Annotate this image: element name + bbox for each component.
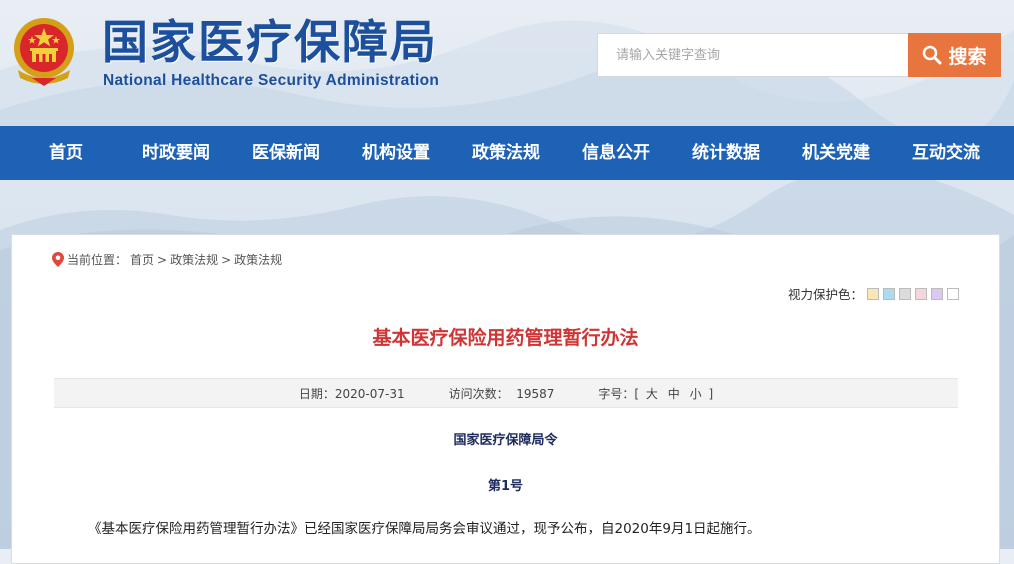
nav-item-healthcare-news[interactable]: 医保新闻	[252, 126, 320, 180]
article-title: 基本医疗保险用药管理暂行办法	[372, 327, 639, 349]
location-pin-icon	[52, 252, 64, 267]
breadcrumb: 当前位置： 首页 > 政策法规 > 政策法规	[52, 251, 282, 268]
font-size-controls: 字号：[ 大 中 小 ]	[598, 385, 713, 402]
eye-care-label: 视力保护色：	[787, 287, 863, 302]
article-order-number: 第1号	[487, 479, 524, 494]
national-emblem-icon	[14, 18, 74, 86]
eye-care-swatch-white[interactable]	[947, 287, 959, 300]
search-icon	[923, 45, 942, 65]
nav-item-news[interactable]: 时政要闻	[142, 126, 210, 180]
eye-care-swatch-yellow[interactable]	[867, 287, 879, 300]
nav-item-party[interactable]: 机关党建	[802, 126, 870, 180]
font-size-end: ]	[708, 386, 714, 401]
breadcrumb-separator: >	[221, 252, 232, 267]
breadcrumb-policy-current[interactable]: 政策法规	[234, 251, 282, 268]
nav-item-statistics[interactable]: 统计数据	[692, 126, 760, 180]
eye-care-swatch-blue[interactable]	[883, 287, 895, 300]
breadcrumb-prefix: 当前位置：	[67, 253, 128, 267]
nav-item-organization[interactable]: 机构设置	[362, 126, 430, 180]
nav-item-disclosure[interactable]: 信息公开	[582, 126, 650, 180]
font-size-large[interactable]: 大	[646, 387, 658, 401]
search-input[interactable]	[597, 33, 909, 77]
breadcrumb-home[interactable]: 首页	[130, 251, 154, 268]
eye-care-colors: 视力保护色：	[788, 284, 959, 303]
nav-item-home[interactable]: 首页	[49, 126, 83, 180]
eye-care-swatch-purple[interactable]	[931, 287, 943, 300]
breadcrumb-policy[interactable]: 政策法规	[170, 251, 218, 268]
site-logo-english: National Healthcare Security Administrat…	[103, 72, 440, 89]
nav-item-interaction[interactable]: 互动交流	[912, 126, 980, 180]
font-size-label: 字号：[	[598, 386, 640, 401]
search-button-label: 搜索	[948, 45, 987, 68]
article-visits: 访问次数： 19587	[448, 386, 555, 401]
search-button[interactable]: 搜索	[908, 33, 1001, 77]
breadcrumb-separator: >	[157, 252, 168, 267]
site-header: 国家医疗保障局 National Healthcare Security Adm…	[0, 0, 1014, 126]
font-size-medium[interactable]: 中	[668, 387, 680, 401]
article-issuer: 国家医疗保障局令	[453, 433, 558, 448]
main-nav: 首页 时政要闻 医保新闻 机构设置 政策法规 信息公开 统计数据 机关党建 互动…	[0, 126, 1014, 180]
article-meta-bar: 日期：2020-07-31 访问次数： 19587 字号：[ 大 中 小 ]	[54, 378, 958, 408]
article-body-paragraph: 《基本医疗保险用药管理暂行办法》已经国家医疗保障局局务会审议通过，现予公布，自2…	[88, 521, 761, 537]
nav-item-policy[interactable]: 政策法规	[472, 126, 540, 180]
site-logo-chinese: 国家医疗保障局	[102, 15, 438, 69]
article-date: 日期：2020-07-31	[298, 386, 405, 401]
eye-care-swatch-pink[interactable]	[915, 287, 927, 300]
font-size-small[interactable]: 小	[690, 387, 702, 401]
eye-care-swatch-gray[interactable]	[899, 287, 911, 300]
article-panel: 当前位置： 首页 > 政策法规 > 政策法规 视力保护色： 基本医疗保险用药管理…	[11, 234, 1000, 564]
